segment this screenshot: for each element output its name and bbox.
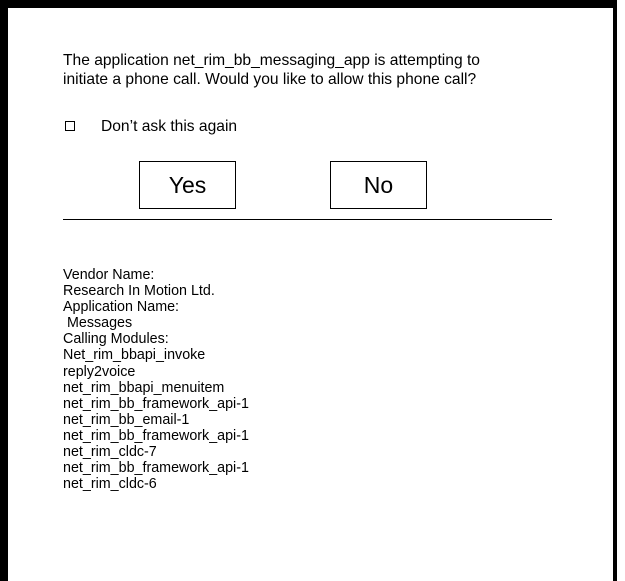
- calling-module-item: net_rim_bb_email-1: [63, 411, 190, 428]
- calling-module-item: net_rim_bb_framework_api-1: [63, 460, 249, 477]
- vendor-name-value: Research In Motion Ltd.: [63, 283, 215, 300]
- dont-ask-again-option[interactable]: Don’t ask this again: [63, 116, 237, 136]
- divider: [63, 219, 552, 220]
- prompt-message-line-1: The application net_rim_bb_messaging_app…: [63, 52, 480, 69]
- calling-module-item: net_rim_bb_framework_api-1: [63, 427, 249, 444]
- calling-module-item: Net_rim_bbapi_invoke: [63, 347, 206, 364]
- calling-module-item: net_rim_cldc-7: [63, 444, 157, 461]
- dialog-window: The application net_rim_bb_messaging_app…: [0, 0, 617, 581]
- calling-module-item: net_rim_cldc-6: [63, 476, 157, 493]
- prompt-message: The application net_rim_bb_messaging_app…: [63, 51, 593, 89]
- application-name-heading: Application Name:: [63, 299, 180, 316]
- application-details: Vendor Name: Research In Motion Ltd. App…: [63, 267, 249, 492]
- calling-module-item: net_rim_bbapi_menuitem: [63, 379, 225, 396]
- calling-module-item: net_rim_bb_framework_api-1: [63, 395, 249, 412]
- calling-module-item: reply2voice: [63, 363, 136, 380]
- dont-ask-again-label: Don’t ask this again: [101, 117, 238, 135]
- prompt-message-line-2: initiate a phone call. Would you like to…: [63, 71, 477, 88]
- vendor-name-heading: Vendor Name:: [63, 267, 155, 283]
- application-name-value: Messages: [63, 315, 133, 332]
- yes-button[interactable]: Yes: [139, 161, 236, 209]
- dont-ask-again-checkbox[interactable]: [65, 121, 75, 131]
- calling-modules-heading: Calling Modules:: [63, 331, 169, 348]
- no-button[interactable]: No: [330, 161, 427, 209]
